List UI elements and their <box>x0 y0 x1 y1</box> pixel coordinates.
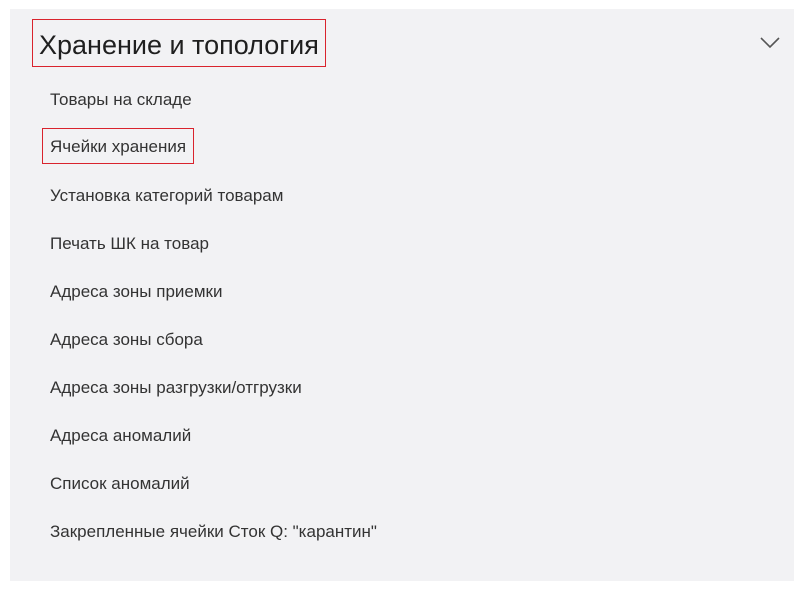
chevron-down-icon[interactable] <box>760 36 780 50</box>
menu-item-receiving-zone-addresses[interactable]: Адреса зоны приемки <box>50 281 222 303</box>
section-title[interactable]: Хранение и топология <box>32 19 326 67</box>
menu-item-storage-cells[interactable]: Ячейки хранения <box>42 128 195 164</box>
menu-item-print-barcode[interactable]: Печать ШК на товар <box>50 233 209 255</box>
menu-item-set-product-categories[interactable]: Установка категорий товарам <box>50 185 283 207</box>
menu-item-anomaly-addresses[interactable]: Адреса аномалий <box>50 425 191 447</box>
menu-item-anomaly-list[interactable]: Список аномалий <box>50 473 190 495</box>
menu-item-picking-zone-addresses[interactable]: Адреса зоны сбора <box>50 329 203 351</box>
menu-item-goods-in-stock[interactable]: Товары на складе <box>50 89 192 111</box>
section-header[interactable]: Хранение и топология <box>10 9 794 81</box>
menu-item-quarantine-cells[interactable]: Закрепленные ячейки Сток Q: "карантин" <box>50 521 377 543</box>
menu-item-unloading-shipping-zone-addresses[interactable]: Адреса зоны разгрузки/отгрузки <box>50 377 302 399</box>
menu-panel: Хранение и топология Товары на складе Яч… <box>10 9 794 581</box>
